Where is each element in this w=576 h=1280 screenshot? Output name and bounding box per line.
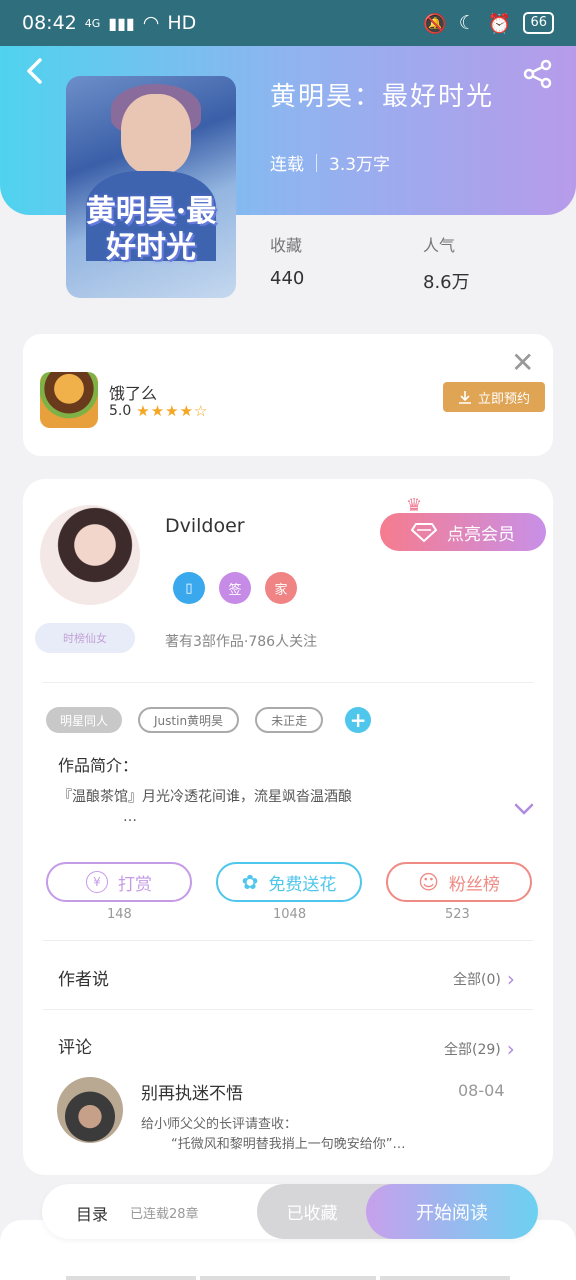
add-tag-button[interactable]: + <box>345 707 372 733</box>
comment-text: “托微风和黎明替我捎上一句晚安给你”… <box>171 1137 406 1152</box>
reward-count: 148 <box>107 907 132 922</box>
wifi-icon: ◠ <box>142 12 160 34</box>
status-divider <box>316 153 317 172</box>
signal-icon: ▮▮▮ <box>108 13 135 33</box>
moon-icon: ☾ <box>458 12 476 34</box>
author-badges: ▯ 签 家 <box>173 572 297 604</box>
stat-popularity: 人气 8.6万 <box>423 232 470 294</box>
serial-status: 连载 <box>270 155 304 175</box>
reward-button[interactable]: ¥ 打赏 <box>46 862 192 902</box>
commenter-avatar[interactable] <box>57 1077 123 1143</box>
comments-all-link[interactable]: 全部(29) › <box>444 1037 515 1061</box>
intro-title: 作品简介： <box>58 756 139 775</box>
tag-item[interactable]: 未正走 <box>255 707 324 733</box>
flower-icon: ✿ <box>241 870 259 894</box>
chapter-count: 已连载28章 <box>130 1207 199 1222</box>
ad-card[interactable]: ✕ 饿了么 5.0 ★★★★☆ 立即预约 <box>23 334 553 456</box>
fans-rank-button[interactable]: ☺ 粉丝榜 <box>386 862 532 902</box>
ad-rating-value: 5.0 <box>109 403 132 419</box>
back-button[interactable] <box>20 56 50 86</box>
cover-title: 黄明昊·最好时光 <box>85 194 217 265</box>
chevron-down-icon[interactable] <box>513 797 535 822</box>
sign-icon[interactable]: 签 <box>219 572 251 604</box>
book-status: 连载 3.3万字 <box>270 150 390 175</box>
divider <box>43 1009 533 1010</box>
nav-indicator <box>66 1276 196 1280</box>
book-cover[interactable]: 黄明昊·最好时光 <box>66 76 236 298</box>
close-icon[interactable]: ✕ <box>511 346 534 379</box>
word-count: 3.3万字 <box>329 155 391 175</box>
send-flower-label: 免费送花 <box>268 874 337 895</box>
cover-face <box>121 94 191 174</box>
star-icon: ★★★★☆ <box>136 402 209 420</box>
vip-button[interactable]: 点亮会员 <box>380 513 546 551</box>
author-avatar[interactable] <box>40 505 140 605</box>
chevron-right-icon: › <box>506 967 515 991</box>
send-flower-button[interactable]: ✿ 免费送花 <box>216 862 362 902</box>
mute-icon: 🔕 <box>423 12 447 35</box>
comment-date: 08-04 <box>458 1081 505 1100</box>
status-time: 08:42 <box>22 12 77 34</box>
share-icon <box>523 59 552 89</box>
intro-ellipsis: … <box>123 809 137 825</box>
author-stats: 著有3部作品·786人关注 <box>165 634 318 650</box>
tag-item[interactable]: Justin黄明昊 <box>138 707 240 733</box>
bottom-action-bar: 目录 已连载28章 已收藏 开始阅读 <box>42 1184 538 1239</box>
chevron-left-icon <box>27 58 42 84</box>
ad-button-label: 立即预约 <box>477 391 530 407</box>
burger-icon <box>40 372 98 428</box>
stat-collect: 收藏 440 <box>270 232 304 289</box>
ad-rating: 5.0 ★★★★☆ <box>109 402 209 420</box>
fans-count: 523 <box>445 907 470 922</box>
vip-button-label: 点亮会员 <box>447 524 515 545</box>
diamond-icon <box>411 523 437 542</box>
book-title: 黄明昊：最好时光 <box>270 82 495 112</box>
divider <box>43 682 533 683</box>
download-icon <box>458 391 471 404</box>
stat-label: 人气 <box>423 236 456 255</box>
fans-icon: ☺ <box>418 870 439 894</box>
author-says-link-label: 全部(0) <box>453 972 501 988</box>
battery-indicator: 66 <box>523 12 554 34</box>
start-reading-button[interactable]: 开始阅读 <box>366 1184 538 1239</box>
hd-label: HD <box>167 12 197 34</box>
comment-text: 给小师父父的长评请查收： <box>141 1117 298 1132</box>
author-says-title: 作者说 <box>58 970 109 990</box>
ad-app-name: 饿了么 <box>109 384 158 403</box>
tag-item[interactable]: 明星同人 <box>46 707 123 733</box>
reward-label: 打赏 <box>118 874 152 895</box>
toc-button[interactable]: 目录 <box>76 1201 108 1225</box>
stat-value: 8.6万 <box>423 272 470 293</box>
divider <box>43 940 533 941</box>
phone-icon[interactable]: ▯ <box>173 572 205 604</box>
alarm-icon: ⏰ <box>487 12 512 35</box>
chevron-right-icon: › <box>506 1037 515 1061</box>
comment-title[interactable]: 别再执迷不悟 <box>141 1079 243 1104</box>
ad-reserve-button[interactable]: 立即预约 <box>443 382 545 412</box>
nav-indicator <box>200 1276 376 1280</box>
network-label: 4G <box>84 16 101 30</box>
comments-title: 评论 <box>58 1038 92 1058</box>
author-says-all-link[interactable]: 全部(0) › <box>453 967 515 991</box>
author-name[interactable]: Dvildoer <box>165 515 245 537</box>
stat-label: 收藏 <box>270 236 303 255</box>
home-icon[interactable]: 家 <box>265 572 297 604</box>
flower-count: 1048 <box>273 907 307 922</box>
comments-link-label: 全部(29) <box>444 1042 501 1058</box>
fans-rank-label: 粉丝榜 <box>448 874 500 895</box>
author-title-badge: 时榜仙女 <box>35 623 135 653</box>
action-buttons: ¥ 打赏 ✿ 免费送花 ☺ 粉丝榜 <box>46 862 532 902</box>
author-card: Dvildoer ▯ 签 家 ♛ 点亮会员 时榜仙女 著有3部作品·786人关注… <box>23 479 553 1175</box>
nav-indicator <box>380 1276 510 1280</box>
collected-label: 已收藏 <box>286 1204 338 1224</box>
intro-text: 『温酿茶馆』月光冷透花间谁，流星飒沓温酒酿 <box>58 789 352 805</box>
share-button[interactable] <box>522 58 554 90</box>
yen-icon: ¥ <box>86 871 108 893</box>
stat-value: 440 <box>270 268 305 289</box>
tag-list: 明星同人 Justin黄明昊 未正走 + <box>46 707 372 733</box>
status-bar: 08:42 4G ▮▮▮ ◠ HD 🔕 ☾ ⏰ 66 <box>0 0 576 46</box>
